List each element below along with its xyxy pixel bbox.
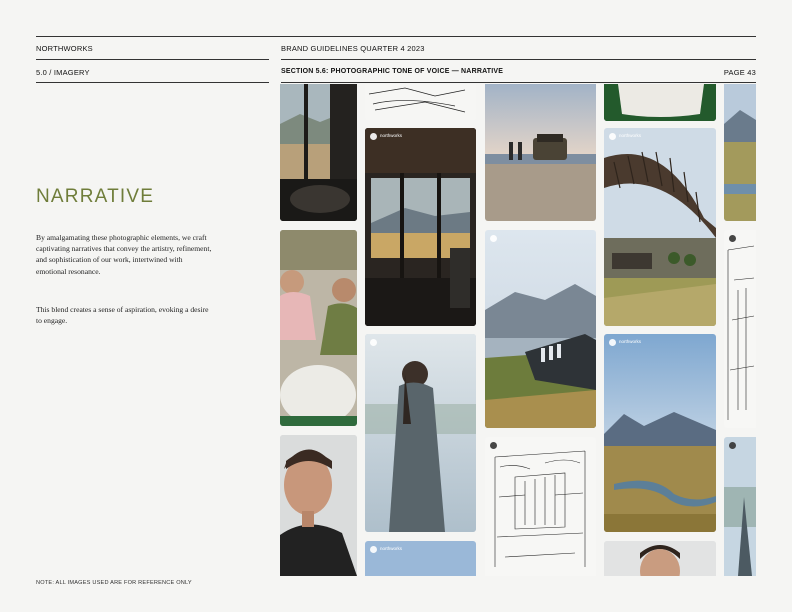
misty-lake-partial-image [724,437,756,576]
mountain-lake-edge-image [724,84,756,221]
instagram-handle: northworks [619,133,642,138]
architectural-sketch-image [365,84,476,120]
reference-footnote: NOTE: ALL IMAGES USED ARE FOR REFERENCE … [36,580,192,586]
chapter-label: 5.0 / IMAGERY [36,68,90,77]
header-top-rule [36,36,756,37]
mountain-sunset-image [485,230,596,428]
blue-sky-tile-image: northworks [365,541,476,576]
header-right-bottom-rule [281,82,756,83]
portrait-man-partial-image [604,541,716,576]
body-paragraph-2: This blend creates a sense of aspiration… [36,305,209,326]
curved-timber-pavilion-image: northworks [604,128,716,326]
instagram-handle: northworks [380,133,403,138]
header-right-mid-rule [281,59,756,60]
header-left-bottom-rule [36,82,269,83]
instagram-handle: northworks [619,339,642,344]
instagram-avatar-icon [490,235,497,242]
instagram-avatar-icon [609,339,616,346]
couple-beach-truck-image [485,84,596,221]
page-number: PAGE 43 [723,68,756,77]
interior-sketch-image [485,437,596,576]
mountain-river-valley-image: northworks [604,334,716,532]
instagram-avatar-icon [609,133,616,140]
smiling-man-portrait-image [280,435,357,576]
cabin-interior-lake-view-image: northworks [365,128,476,326]
instagram-avatar-icon [490,442,497,449]
page-title: NARRATIVE [36,186,155,207]
interior-window-mountains-image [280,84,357,221]
instagram-avatar-icon [370,133,377,140]
cafe-sketch-image [724,230,756,428]
header-left-mid-rule [36,59,269,60]
instagram-handle: northworks [380,546,403,551]
section-label: SECTION 5.6: PHOTOGRAPHIC TONE OF VOICE … [281,68,504,75]
instagram-avatar-icon [729,442,736,449]
instagram-avatar-icon [370,339,377,346]
brand-name: NORTHWORKS [36,44,93,53]
woman-misty-lake-image [365,334,476,532]
instagram-avatar-icon [729,235,736,242]
body-paragraph-1: By amalgamating these photographic eleme… [36,233,212,276]
tablecloth-grass-image [604,84,716,121]
document-title: BRAND GUIDELINES QUARTER 4 2023 [281,44,425,53]
instagram-avatar-icon [370,546,377,553]
two-men-meeting-image [280,230,357,426]
